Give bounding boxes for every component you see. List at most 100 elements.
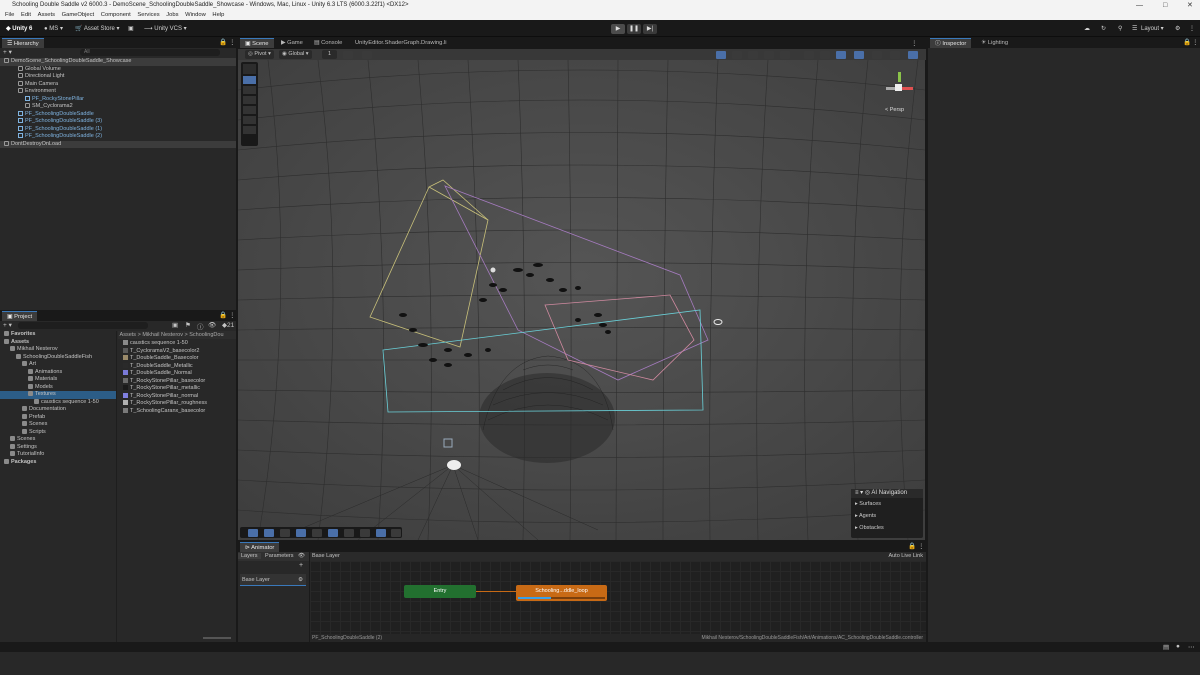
y-axis-icon[interactable]: [898, 72, 901, 82]
search-icon[interactable]: ⚲: [1118, 24, 1122, 34]
view-tool-icon[interactable]: [243, 76, 256, 84]
breadcrumb-base-layer[interactable]: Base Layer: [310, 553, 340, 559]
shading-wire-icon[interactable]: [732, 51, 742, 59]
project-folder-item[interactable]: Packages: [0, 458, 116, 467]
tab-animator[interactable]: ⊳ Animator: [240, 542, 280, 552]
hierarchy-item[interactable]: Global Volume: [0, 65, 236, 74]
hierarchy-item[interactable]: SM_Cyclorama2: [0, 103, 236, 111]
lighting-toggle-icon[interactable]: [820, 51, 830, 59]
info-icon[interactable]: ⓘ: [197, 321, 204, 331]
project-folder-item[interactable]: Prefab: [0, 413, 116, 422]
scene-viewport[interactable]: < Persp ≡ ▾ ◎ AI Navigation ▸ Surfaces ▸…: [238, 60, 925, 540]
hierarchy-menu-icon[interactable]: ⋮: [229, 38, 236, 46]
project-lock-icon[interactable]: 🔒: [219, 311, 227, 319]
rotate-tool-icon[interactable]: [243, 96, 256, 104]
camera-settings-icon[interactable]: [890, 51, 900, 59]
parameters-tab[interactable]: Parameters: [262, 553, 296, 559]
grid-size-field[interactable]: 1: [322, 50, 338, 59]
project-menu-icon[interactable]: ⋮: [229, 311, 236, 319]
base-layer-item[interactable]: Base Layer ⚙: [240, 574, 306, 586]
draw-mode-icon[interactable]: [716, 51, 726, 59]
overlay-tool-4-icon[interactable]: [296, 529, 306, 537]
project-folder-item[interactable]: Animations: [0, 368, 116, 377]
menu-edit[interactable]: Edit: [21, 12, 31, 18]
project-file-item[interactable]: T_RockyStonePillar_roughness: [118, 400, 236, 408]
layout-dropdown[interactable]: Layout ▾: [1141, 24, 1164, 34]
project-folder-item[interactable]: Materials: [0, 376, 116, 384]
x-axis-icon[interactable]: [901, 87, 913, 90]
transition-arrow[interactable]: [476, 591, 516, 592]
project-folder-item[interactable]: TutorialInfo: [0, 451, 116, 459]
project-file-item[interactable]: T_DoubleSaddle_Metallic: [118, 362, 236, 371]
transform-tool-icon[interactable]: [243, 126, 256, 134]
move-tool-icon[interactable]: [243, 86, 256, 94]
history-icon[interactable]: ↻: [1101, 24, 1106, 34]
animator-graph[interactable]: Entry Schooling...ddle_loop: [310, 561, 926, 634]
tab-console[interactable]: ▤ Console: [309, 38, 347, 48]
project-file-item[interactable]: T_DoubleSaddle_Normal: [118, 370, 236, 378]
ai-nav-surfaces[interactable]: ▸ Surfaces: [851, 498, 923, 510]
hierarchy-item[interactable]: Environment: [0, 88, 236, 96]
hierarchy-item[interactable]: PF_SchoolingDoubleSaddle (2): [0, 133, 236, 141]
project-folder-item[interactable]: Documentation: [0, 406, 116, 414]
project-folder-item[interactable]: caustics sequence 1-50: [0, 398, 116, 407]
project-folder-item[interactable]: SchoolingDoubleSaddleFish: [0, 353, 116, 362]
global-dropdown[interactable]: ◉ Global ▾: [279, 50, 312, 59]
tab-project[interactable]: ▣ Project: [2, 311, 38, 321]
auto-live-link-button[interactable]: Auto Live Link: [888, 552, 923, 561]
add-layer-icon[interactable]: +: [299, 562, 303, 569]
hierarchy-item[interactable]: Directional Light: [0, 73, 236, 81]
hierarchy-item[interactable]: DontDestroyOnLoad: [0, 140, 236, 148]
menu-assets[interactable]: Assets: [38, 12, 55, 18]
zoom-slider[interactable]: [203, 637, 231, 639]
gizmo-center-icon[interactable]: [895, 84, 902, 91]
menu-help[interactable]: Help: [212, 12, 224, 18]
hierarchy-item[interactable]: PF_SchoolingDoubleSaddle: [0, 110, 236, 119]
hierarchy-item[interactable]: PF_RockyStonePillar: [0, 95, 236, 104]
overlay-tool-1-icon[interactable]: [248, 529, 258, 537]
project-folder-item[interactable]: Textures: [0, 391, 116, 399]
layers-tab[interactable]: Layers: [238, 553, 261, 559]
menu-gameobject[interactable]: GameObject: [62, 12, 95, 18]
project-add-icon[interactable]: + ▾: [3, 321, 12, 329]
overlay-tool-8-icon[interactable]: [360, 529, 370, 537]
hierarchy-item[interactable]: Main Camera: [0, 80, 236, 89]
render-dropdown-icon[interactable]: [780, 51, 790, 59]
project-folder-item[interactable]: Models: [0, 383, 116, 392]
shading-lit-icon[interactable]: [764, 51, 774, 59]
breadcrumb-assets[interactable]: Assets: [120, 332, 137, 338]
close-icon[interactable]: ✕: [1187, 0, 1193, 11]
inspector-lock-icon[interactable]: 🔒: [1183, 38, 1191, 46]
settings-icon[interactable]: ⚙: [1175, 24, 1180, 34]
menu-component[interactable]: Component: [101, 12, 131, 18]
cloud-services-icon[interactable]: ☁: [1084, 24, 1090, 34]
menu-file[interactable]: File: [5, 12, 14, 18]
play-button[interactable]: ▶: [611, 24, 625, 34]
minimize-icon[interactable]: —: [1136, 0, 1143, 11]
shading-solid-icon[interactable]: [748, 51, 758, 59]
hierarchy-item[interactable]: DemoScene_SchoolingDoubleSaddle_Showcase: [0, 58, 236, 66]
maximize-icon[interactable]: □: [1163, 0, 1167, 11]
hidden-packages-icon[interactable]: 👁: [208, 321, 216, 329]
effects-toggle-icon[interactable]: [854, 51, 864, 59]
ai-nav-agents[interactable]: ▸ Agents: [851, 510, 923, 522]
pivot-dropdown[interactable]: ◎ Pivot ▾: [245, 50, 274, 59]
breadcrumb-author[interactable]: Mikhail Nesterov: [142, 332, 183, 338]
account-button[interactable]: ● MS ▾: [44, 24, 63, 34]
overlay-tool-9-icon[interactable]: [376, 529, 386, 537]
ai-nav-obstacles[interactable]: ▸ Obstacles: [851, 522, 923, 534]
lock-icon[interactable]: 🔒: [219, 38, 227, 46]
entry-node[interactable]: Entry: [404, 585, 476, 598]
scene-menu-icon[interactable]: ⋮: [911, 39, 918, 47]
add-icon[interactable]: + ▾: [3, 48, 12, 56]
orientation-gizmo[interactable]: < Persp: [881, 70, 917, 113]
2d-toggle-icon[interactable]: [804, 51, 814, 59]
project-folder-item[interactable]: Assets: [0, 338, 116, 347]
grid-snap-icon[interactable]: [343, 51, 353, 59]
breadcrumb-package[interactable]: SchoolingDou: [189, 332, 223, 338]
tab-scene[interactable]: ▣ Scene: [240, 38, 274, 48]
filter-label-icon[interactable]: ⚑: [185, 321, 191, 329]
menu-services[interactable]: Services: [137, 12, 159, 18]
tab-inspector[interactable]: ⓘ Inspector: [930, 38, 972, 48]
project-file-item[interactable]: T_DoubleSaddle_Basecolor: [118, 355, 236, 363]
